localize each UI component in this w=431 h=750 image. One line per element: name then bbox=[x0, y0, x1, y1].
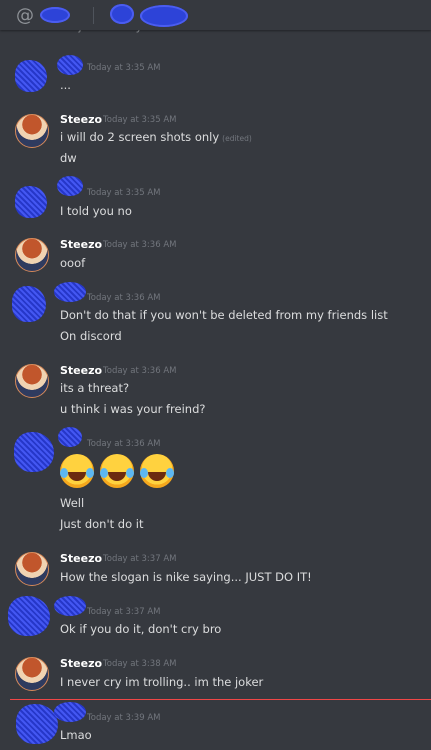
timestamp: Today at 3:35 AM bbox=[87, 63, 161, 73]
redacted-status-text bbox=[140, 5, 188, 27]
message-text-content: i will do 2 screen shots only bbox=[60, 130, 220, 144]
message: Steezo Today at 3:38 AM I never cry im t… bbox=[0, 657, 431, 697]
message-text: its a threat? bbox=[60, 381, 130, 395]
message-text: How the slogan is nike saying... JUST DO… bbox=[60, 570, 312, 584]
redacted-username[interactable] bbox=[54, 282, 86, 302]
message-text: ... bbox=[60, 78, 71, 92]
message: Steezo Today at 3:35 AM i will do 2 scre… bbox=[0, 112, 431, 172]
avatar[interactable] bbox=[15, 186, 47, 218]
emoji-row bbox=[60, 454, 180, 490]
message: Steezo Today at 3:37 AM How the slogan i… bbox=[0, 552, 431, 592]
message: Steezo Today at 3:36 AM its a threat? u … bbox=[0, 364, 431, 424]
redacted-username[interactable] bbox=[57, 176, 83, 196]
message: Today at 3:35 AM I told you no bbox=[0, 176, 431, 227]
message: Today at 3:37 AM Ok if you do it, don't … bbox=[0, 596, 431, 645]
timestamp: Today at 3:38 AM bbox=[103, 659, 177, 669]
timestamp: Today at 3:37 AM bbox=[103, 554, 177, 564]
message-text: I never cry im trolling.. im the joker bbox=[60, 675, 264, 689]
username[interactable]: Steezo bbox=[60, 238, 102, 251]
redacted-status bbox=[110, 4, 134, 24]
message-text: Just don't do it bbox=[60, 517, 144, 531]
message-text: ooof bbox=[60, 256, 86, 270]
username[interactable]: Steezo bbox=[60, 113, 102, 126]
avatar[interactable] bbox=[15, 238, 49, 272]
timestamp: Today at 3:35 AM bbox=[87, 188, 161, 198]
message-text: u think i was your freind? bbox=[60, 402, 206, 416]
message-text: Lmao bbox=[60, 728, 92, 742]
redacted-username[interactable] bbox=[58, 427, 82, 447]
avatar[interactable] bbox=[12, 286, 46, 322]
message-text: Ok if you do it, don't cry bro bbox=[60, 622, 222, 636]
laughing-tears-emoji[interactable] bbox=[100, 454, 134, 488]
timestamp: Today at 3:37 AM bbox=[87, 607, 161, 617]
at-icon: @ bbox=[16, 5, 34, 26]
header-divider bbox=[93, 7, 94, 24]
message: Today at 3:36 AM Well Just don't do it bbox=[0, 427, 431, 537]
avatar[interactable] bbox=[16, 704, 58, 744]
message: Today at 3:39 AM Lmao bbox=[0, 702, 431, 750]
edited-label: (edited) bbox=[222, 134, 252, 143]
avatar[interactable] bbox=[15, 114, 49, 148]
redacted-username[interactable] bbox=[57, 55, 83, 75]
username[interactable]: Steezo bbox=[60, 552, 102, 565]
new-messages-divider bbox=[10, 699, 431, 700]
laughing-tears-emoji[interactable] bbox=[60, 454, 94, 488]
timestamp: Today at 3:35 AM bbox=[103, 115, 177, 125]
username[interactable]: Steezo bbox=[60, 364, 102, 377]
message-text: Don't do that if you won't be deleted fr… bbox=[60, 308, 388, 322]
message: Today at 3:35 AM ... bbox=[0, 55, 431, 103]
avatar[interactable] bbox=[14, 432, 54, 472]
message-text: I told you no bbox=[60, 204, 132, 218]
avatar[interactable] bbox=[15, 364, 49, 398]
avatar[interactable] bbox=[15, 552, 49, 586]
redacted-username[interactable] bbox=[54, 596, 86, 616]
message-text: dw bbox=[60, 151, 77, 165]
laughing-tears-emoji[interactable] bbox=[140, 454, 174, 488]
redacted-username[interactable] bbox=[54, 702, 86, 722]
message-text: Well bbox=[60, 496, 85, 510]
avatar[interactable] bbox=[8, 596, 50, 636]
timestamp: Today at 3:36 AM bbox=[103, 240, 177, 250]
username[interactable]: Steezo bbox=[60, 657, 102, 670]
redacted-username bbox=[40, 7, 70, 23]
timestamp: Today at 3:36 AM bbox=[87, 293, 161, 303]
message: Today at 3:36 AM Don't do that if you wo… bbox=[0, 282, 431, 348]
avatar[interactable] bbox=[15, 60, 47, 92]
message-text: On discord bbox=[60, 329, 122, 343]
timestamp: Today at 3:36 AM bbox=[87, 439, 161, 449]
message-text: i will do 2 screen shots only (edited) bbox=[60, 130, 252, 144]
channel-header: @ bbox=[0, 0, 431, 30]
message: Steezo Today at 3:36 AM ooof bbox=[0, 238, 431, 278]
timestamp: Today at 3:39 AM bbox=[87, 713, 161, 723]
avatar[interactable] bbox=[15, 657, 49, 691]
timestamp: Today at 3:36 AM bbox=[103, 366, 177, 376]
